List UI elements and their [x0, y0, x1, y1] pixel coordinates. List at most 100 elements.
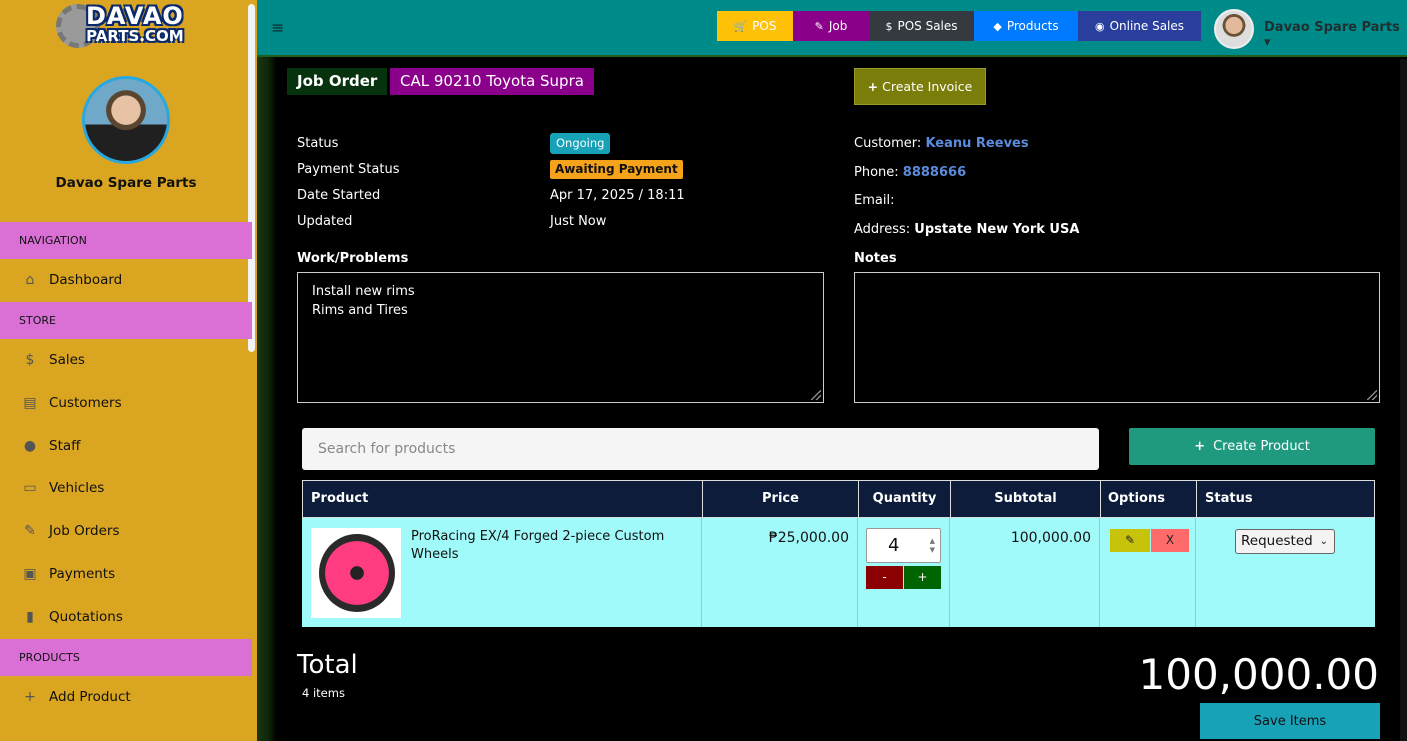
create-product-button[interactable]: + Create Product: [1129, 428, 1375, 465]
remove-button[interactable]: X: [1151, 529, 1189, 552]
customer-label: Customer:: [854, 136, 922, 151]
quantity-input[interactable]: 4 ▲ ▼: [866, 528, 941, 563]
tag-icon: ◆: [993, 19, 1002, 33]
caret-down-icon: ▾: [1264, 35, 1271, 50]
sidebar-item-label: Staff: [49, 438, 81, 454]
resize-grip-icon[interactable]: [811, 390, 821, 400]
quantity-cell: 4 ▲ ▼ - +: [858, 518, 950, 627]
sidebar-item-add-product[interactable]: + Add Product: [0, 682, 252, 712]
topbar: ≡ 🛒 POS ✎ Job $ POS Sales ◆ Products ◉ Online…: [257, 0, 1407, 57]
sidebar-item-label: Quotations: [49, 609, 123, 625]
menu-toggle-icon[interactable]: ≡: [271, 18, 284, 37]
status-cell: Requested ⌄: [1196, 518, 1375, 627]
phone-link[interactable]: 8888666: [903, 165, 966, 180]
sidebar-item-label: Payments: [49, 566, 116, 582]
globe-icon: ◉: [1094, 19, 1105, 33]
spinner-icon[interactable]: ▲ ▼: [930, 537, 935, 555]
create-invoice-label: Create Invoice: [882, 79, 973, 94]
col-price: Price: [703, 481, 859, 519]
options-cell: ✎ X: [1100, 518, 1196, 627]
section-products: PRODUCTS: [0, 639, 252, 676]
sidebar-item-job-orders[interactable]: ✎ Job Orders: [0, 516, 252, 546]
section-navigation: NAVIGATION: [0, 222, 252, 259]
home-icon: ⌂: [25, 272, 35, 288]
nav-online-sales-button[interactable]: ◉ Online Sales: [1078, 11, 1201, 41]
sidebar-item-label: Vehicles: [49, 480, 105, 496]
quantity-value: 4: [888, 535, 900, 556]
address-card-icon: ▤: [23, 395, 37, 411]
sidebar-item-quotations[interactable]: ▮ Quotations: [0, 602, 252, 632]
date-started-value: Apr 17, 2025 / 18:11: [550, 188, 685, 203]
subtotal-cell: 100,000.00: [950, 518, 1100, 627]
sidebar-item-staff[interactable]: ● Staff: [0, 431, 252, 461]
edit-button[interactable]: ✎: [1110, 529, 1150, 552]
logo-text: DAVAO PARTS.COM: [86, 4, 184, 44]
save-items-button[interactable]: Save Items: [1200, 703, 1380, 739]
customer-row: Customer: Keanu Reeves: [854, 136, 1029, 151]
car-icon: ▭: [23, 480, 37, 496]
notes-textarea[interactable]: [854, 272, 1380, 403]
edit-icon: ✎: [1124, 533, 1136, 547]
address-value: Upstate New York USA: [914, 222, 1080, 237]
sidebar-item-label: Customers: [49, 395, 122, 411]
vehicle-tag: CAL 90210 Toyota Supra: [390, 68, 594, 95]
user-name: Davao Spare Parts: [1264, 20, 1400, 35]
plus-icon: +: [1194, 439, 1206, 454]
plus-icon: +: [24, 689, 36, 705]
status-select[interactable]: Requested ⌄: [1235, 529, 1335, 554]
wrench-icon: ✎: [24, 523, 36, 539]
nav-label: POS: [752, 19, 777, 33]
payment-status-badge: Awaiting Payment: [550, 160, 683, 179]
job-order-tag: Job Order: [287, 68, 388, 95]
address-row: Address: Upstate New York USA: [854, 222, 1079, 237]
total-value: 100,000.00: [1138, 650, 1379, 699]
customer-link[interactable]: Keanu Reeves: [925, 136, 1028, 151]
money-icon: ▣: [23, 566, 37, 582]
decrease-quantity-button[interactable]: -: [866, 566, 903, 589]
sidebar-item-customers[interactable]: ▤ Customers: [0, 388, 252, 418]
sidebar-item-dashboard[interactable]: ⌂ Dashboard: [0, 265, 252, 295]
sidebar: DAVAO PARTS.COM Davao Spare Parts NAVIGA…: [0, 0, 257, 741]
work-problems-title: Work/Problems: [297, 251, 409, 266]
section-store: STORE: [0, 302, 252, 339]
sidebar-item-vehicles[interactable]: ▭ Vehicles: [0, 473, 252, 503]
work-problems-textarea[interactable]: Install new rims Rims and Tires: [297, 272, 824, 403]
nav-pos-sales-button[interactable]: $ POS Sales: [869, 11, 974, 41]
subtotal-value: 100,000.00: [1010, 530, 1091, 546]
resize-grip-icon[interactable]: [1367, 390, 1377, 400]
col-status: Status: [1205, 491, 1253, 506]
product-name: ProRacing EX/4 Forged 2-piece Custom Whe…: [411, 529, 665, 562]
total-label: Total: [297, 650, 358, 680]
updated-value: Just Now: [550, 214, 607, 229]
work-line: Rims and Tires: [312, 303, 408, 318]
sidebar-item-sales[interactable]: $ Sales: [0, 345, 252, 375]
nav-job-button[interactable]: ✎ Job: [793, 11, 869, 41]
wrench-icon: ✎: [814, 19, 824, 33]
nav-label: Online Sales: [1109, 19, 1185, 33]
nav-products-button[interactable]: ◆ Products: [974, 11, 1078, 41]
nav-pos-button[interactable]: 🛒 POS: [717, 11, 793, 41]
status-selected-value: Requested: [1241, 533, 1313, 549]
table-header: Product Price Quantity Subtotal Options …: [302, 480, 1375, 519]
work-line: Install new rims: [312, 284, 415, 299]
date-started-label: Date Started: [297, 188, 381, 203]
email-row: Email:: [854, 193, 894, 208]
product-search-input[interactable]: Search for products: [302, 428, 1099, 470]
sidebar-item-label: Add Product: [49, 689, 131, 705]
notes-title: Notes: [854, 251, 897, 266]
page-scrollbar[interactable]: [1400, 59, 1407, 741]
col-product: Product: [303, 481, 703, 519]
user-menu[interactable]: Davao Spare Parts ▾: [1264, 20, 1407, 50]
price-value: ₱25,000.00: [768, 530, 849, 546]
sidebar-item-payments[interactable]: ▣ Payments: [0, 559, 252, 589]
logo-line1: DAVAO: [86, 2, 184, 30]
user-avatar[interactable]: [1214, 9, 1254, 49]
logo[interactable]: DAVAO PARTS.COM: [56, 2, 200, 54]
payment-status-label: Payment Status: [297, 162, 400, 177]
create-invoice-button[interactable]: + Create Invoice: [854, 68, 986, 105]
nav-label: POS Sales: [897, 19, 958, 33]
status-label: Status: [297, 136, 339, 151]
avatar: [82, 76, 170, 164]
sidebar-item-label: Job Orders: [49, 523, 120, 539]
increase-quantity-button[interactable]: +: [904, 566, 941, 589]
